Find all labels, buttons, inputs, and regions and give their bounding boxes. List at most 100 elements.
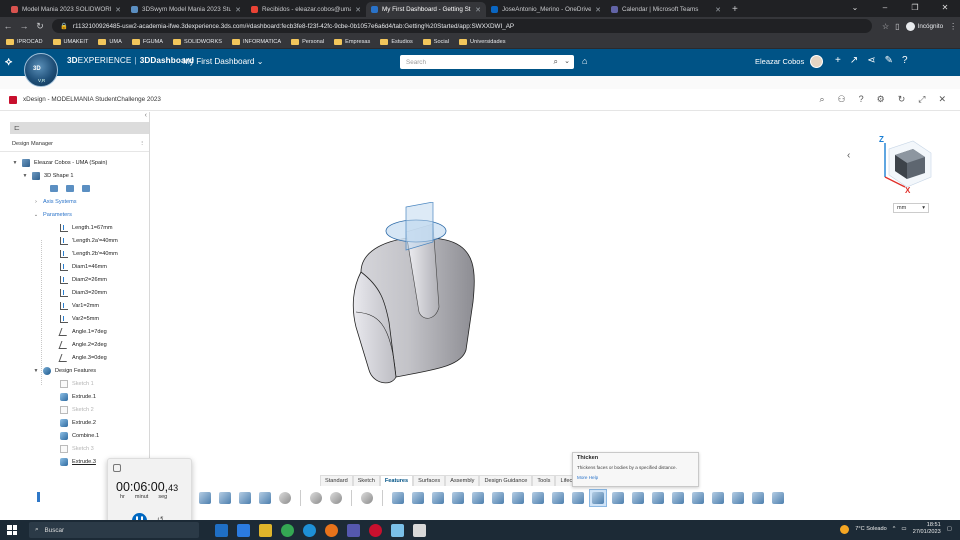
box-button[interactable] <box>769 489 787 507</box>
feature-button[interactable] <box>749 489 767 507</box>
settings-icon[interactable]: ⚙ <box>877 94 885 105</box>
parameter-item[interactable]: Angle.3=0deg <box>0 351 149 364</box>
browser-tab[interactable]: My First Dashboard - Getting St ✕ <box>366 2 486 17</box>
clock[interactable]: 18:51 27/01/2023 <box>913 522 941 536</box>
revolve-button[interactable] <box>409 489 427 507</box>
tooltip-help-link[interactable]: More Help <box>577 475 694 480</box>
yz-plane-icon[interactable] <box>66 185 74 192</box>
tag-icon[interactable]: ⌂ <box>582 56 587 66</box>
close-tab-icon[interactable]: ✕ <box>355 6 361 14</box>
collaboration-icon[interactable]: ⚇ <box>838 94 846 105</box>
parameter-item[interactable]: 'Length.2a'=40mm <box>0 234 149 247</box>
wrap-button[interactable] <box>709 489 727 507</box>
notifications-icon[interactable]: ▢ <box>947 526 952 532</box>
parameter-item[interactable]: Diam3=20mm <box>0 286 149 299</box>
bookmark-folder[interactable]: FGUMA <box>131 38 163 45</box>
chevron-down-icon[interactable]: ⌄ <box>564 57 570 65</box>
expand-icon[interactable]: ⤢ <box>918 94 925 105</box>
save-button[interactable] <box>216 489 234 507</box>
toolbar-tab[interactable]: Standard <box>320 475 353 486</box>
menu-icon[interactable]: ⋮ <box>949 22 957 31</box>
expand-toggle-icon[interactable]: ⌄ <box>33 212 39 218</box>
close-tab-icon[interactable]: ✕ <box>715 6 721 14</box>
loft-button[interactable] <box>449 489 467 507</box>
explorer-icon[interactable] <box>259 523 272 537</box>
bookmark-folder[interactable]: SOLIDWORKS <box>173 38 222 45</box>
maximize-button[interactable]: ❐ <box>900 0 930 17</box>
help-button[interactable] <box>358 489 376 507</box>
feature-item[interactable]: Extrude.2 <box>0 416 149 429</box>
browser-tab[interactable]: 3DSwym Model Mania 2023 Stu ✕ <box>126 2 246 17</box>
hole-button[interactable] <box>649 489 667 507</box>
firefox-icon[interactable] <box>325 523 338 537</box>
expand-toggle-icon[interactable]: ▼ <box>33 368 39 374</box>
boundary-button[interactable] <box>689 489 707 507</box>
start-button[interactable] <box>7 525 17 535</box>
bookmark-folder[interactable]: IPROCAD <box>6 38 43 45</box>
tree-root[interactable]: ▼ Eleazar Cobos - UMA (Spain) <box>0 156 149 169</box>
save-as-button[interactable] <box>236 489 254 507</box>
mirror-button[interactable] <box>549 489 567 507</box>
back-button[interactable]: ← <box>0 21 16 31</box>
compass-button[interactable]: 3D V,R <box>24 53 58 87</box>
add-icon[interactable]: + <box>835 55 841 66</box>
tree-shape[interactable]: ▼ 3D Shape 1 <box>0 169 149 182</box>
network-icon[interactable]: ▭ <box>901 526 906 532</box>
toolbar-tab[interactable]: Assembly <box>445 475 480 486</box>
more-options-icon[interactable]: ⋮ <box>139 141 145 147</box>
parameter-item[interactable]: Diam2=26mm <box>0 273 149 286</box>
help-icon[interactable]: ? <box>859 94 864 105</box>
app2-icon[interactable] <box>413 523 426 537</box>
units-select[interactable]: mm ▾ <box>893 203 929 213</box>
toolbar-tab[interactable]: Tools <box>532 475 556 486</box>
taskbar-search[interactable]: ⌕ Buscar <box>29 522 199 538</box>
reload-button[interactable]: ↻ <box>32 21 48 32</box>
user-name[interactable]: Eleazar Cobos <box>755 57 804 66</box>
weather-icon[interactable] <box>840 524 850 534</box>
close-tab-icon[interactable]: ✕ <box>595 6 601 14</box>
capture-button[interactable] <box>256 489 274 507</box>
bookmark-folder[interactable]: Estudios <box>380 38 413 45</box>
tree-axis-systems[interactable]: › Axis Systems <box>0 195 149 208</box>
mail-icon[interactable] <box>237 523 250 537</box>
star-icon[interactable]: ☆ <box>882 22 889 31</box>
share-icon[interactable]: ↗ <box>850 55 858 66</box>
search-input[interactable]: Search ⌕ ⌄ <box>400 55 574 69</box>
help-icon[interactable]: ? <box>902 55 908 66</box>
close-tab-icon[interactable]: ✕ <box>475 6 481 14</box>
3d-model[interactable] <box>351 202 491 392</box>
sketch-button[interactable] <box>196 489 214 507</box>
parameter-item[interactable]: Var2=5mm <box>0 312 149 325</box>
sweep-button[interactable] <box>429 489 447 507</box>
thicken-button[interactable] <box>589 489 607 507</box>
solidworks-icon[interactable] <box>369 523 382 537</box>
fillet-button[interactable] <box>469 489 487 507</box>
close-tab-icon[interactable]: ✕ <box>235 6 241 14</box>
search-icon[interactable]: ⌕ <box>554 57 558 67</box>
3d-viewport[interactable]: ‹ <box>151 112 960 520</box>
avatar[interactable] <box>810 55 823 68</box>
feature-item[interactable]: Extrude.1 <box>0 390 149 403</box>
tree-parameters[interactable]: ⌄ Parameters <box>0 208 149 221</box>
bookmark-folder[interactable]: UMA <box>98 38 122 45</box>
feature-item[interactable]: Sketch 1 <box>0 377 149 390</box>
toolbar-tab[interactable]: Features <box>379 475 414 486</box>
split-button[interactable] <box>609 489 627 507</box>
parameter-item[interactable]: Angle.2=2deg <box>0 338 149 351</box>
refresh-icon[interactable]: ↻ <box>898 94 906 105</box>
feature-item[interactable]: Sketch 2 <box>0 403 149 416</box>
draft-button[interactable] <box>529 489 547 507</box>
parameter-item[interactable]: 'Length.2b'=40mm <box>0 247 149 260</box>
expand-toggle-icon[interactable]: ▼ <box>22 173 28 179</box>
browser-tab[interactable]: Model Mania 2023 SOLIDWORKS ✕ <box>6 2 126 17</box>
incognito-indicator[interactable]: Incógnito <box>905 21 943 31</box>
toolbar-tab[interactable]: Design Guidance <box>479 475 533 486</box>
browser-tab[interactable]: Calendar | Microsoft Teams ✕ <box>606 2 726 17</box>
parameter-item[interactable]: Var1=2mm <box>0 299 149 312</box>
cut-button[interactable] <box>729 489 747 507</box>
chamfer-button[interactable] <box>489 489 507 507</box>
feature-item[interactable]: Combine.1 <box>0 429 149 442</box>
close-tab-icon[interactable]: ✕ <box>115 6 121 14</box>
forward-button[interactable]: → <box>16 21 32 31</box>
browser-tab[interactable]: JoseAntonio_Merino - OneDrive ✕ <box>486 2 606 17</box>
